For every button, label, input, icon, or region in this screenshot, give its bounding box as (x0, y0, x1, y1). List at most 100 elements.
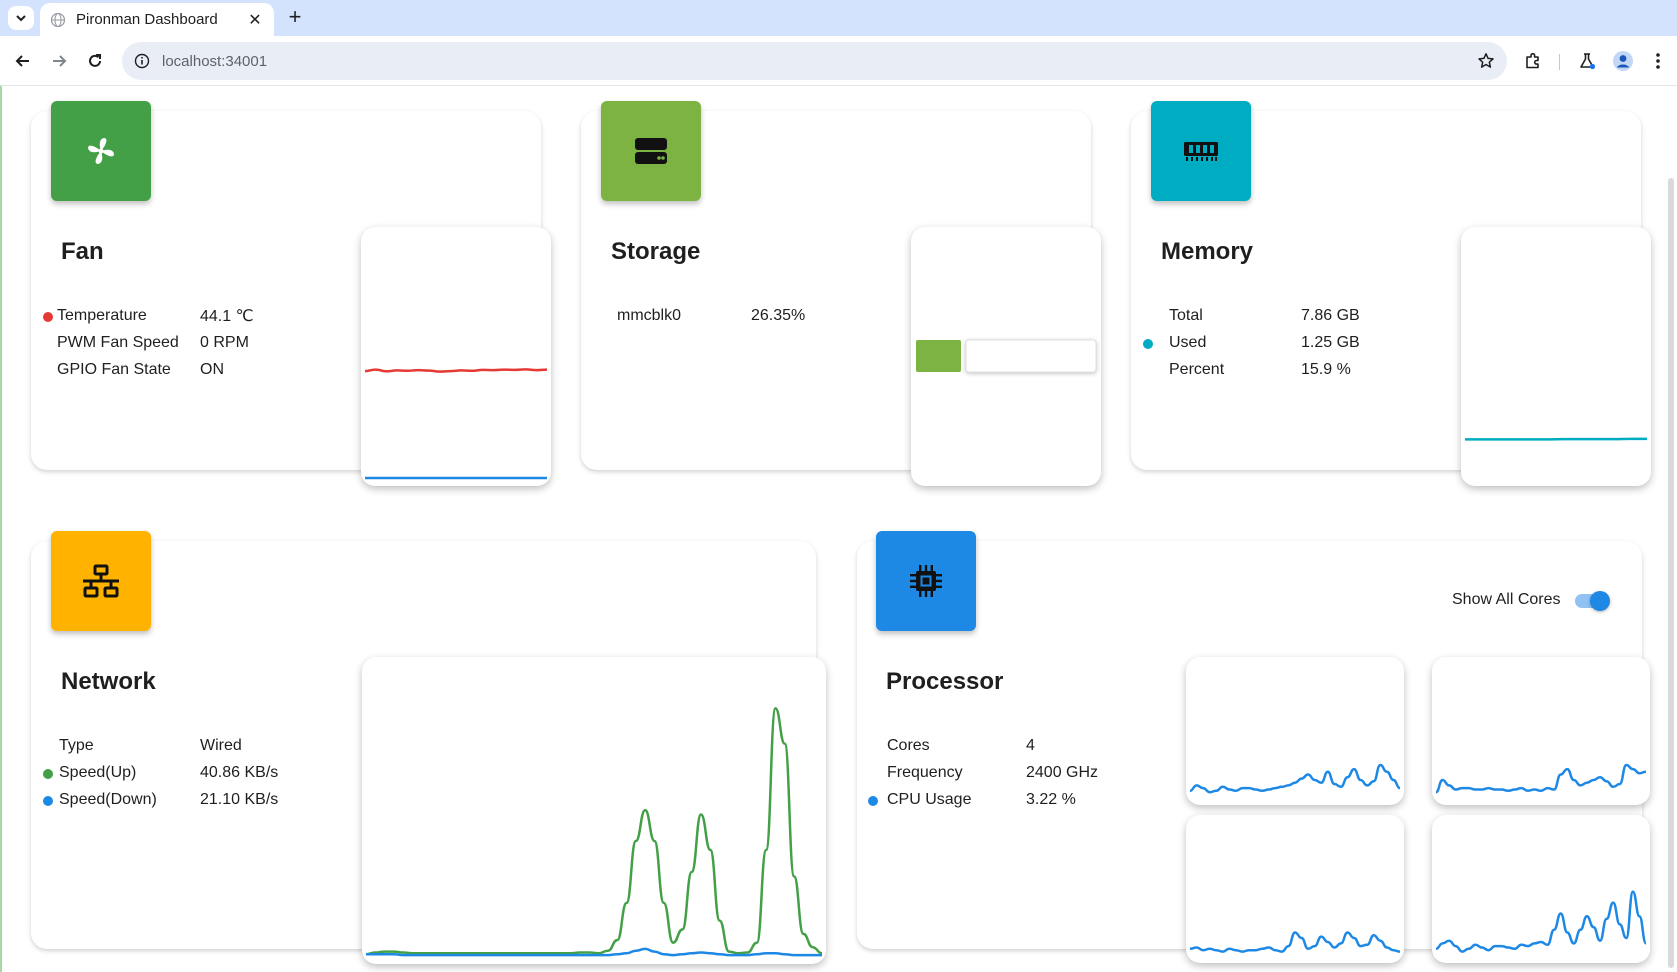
gpio-fan-state-label: GPIO Fan State (57, 361, 171, 378)
core-2-history-series-0 (1189, 931, 1401, 953)
memory-history-svg (1464, 437, 1647, 441)
network-history-svg (365, 707, 823, 957)
network-icon (83, 564, 119, 598)
speed-up-value: 40.86 KB/s (200, 764, 279, 781)
reload-button[interactable] (80, 46, 110, 76)
storage-usage-bar (916, 339, 1097, 373)
tab-search-button[interactable] (8, 6, 34, 30)
speed-down-value: 21.10 KB/s (200, 791, 279, 808)
memory-used-legend-dot (1143, 339, 1153, 349)
flask-icon (1580, 53, 1596, 70)
core-3-chart (1432, 815, 1650, 963)
storage-usage-chart (911, 227, 1101, 486)
tab-title: Pironman Dashboard (76, 11, 218, 28)
chevron-down-icon (16, 15, 26, 22)
frequency-value: 2400 GHz (1026, 764, 1099, 781)
temperature-value: 44.1 ℃ (200, 308, 254, 325)
page-left-edge (0, 86, 2, 972)
core-2-chart (1186, 815, 1404, 963)
speed-down-label: Speed(Down) (59, 791, 157, 808)
memory-card-icon (1151, 101, 1251, 201)
cpu-usage-label: CPU Usage (887, 791, 972, 808)
back-arrow-icon (15, 55, 29, 67)
pwm-fan-speed-label: PWM Fan Speed (57, 334, 179, 351)
network-history-series-0 (365, 707, 823, 956)
new-tab-button[interactable]: + (282, 4, 308, 30)
toggle-thumb (1590, 591, 1610, 611)
network-history-chart (362, 657, 826, 964)
memory-icon (1184, 142, 1218, 161)
back-button[interactable] (8, 46, 38, 76)
url-text: localhost:34001 (162, 52, 268, 70)
puzzle-icon (1526, 52, 1539, 69)
frequency-label: Frequency (887, 764, 963, 781)
forward-arrow-icon (53, 55, 67, 67)
cores-value: 4 (1026, 737, 1035, 754)
fan-icon (88, 138, 114, 164)
tab-close-button[interactable]: ✕ (246, 10, 264, 30)
forward-button[interactable] (44, 46, 74, 76)
network-title: Network (61, 668, 156, 695)
bookmark-star-icon[interactable] (1477, 52, 1495, 70)
memory-percent-label: Percent (1169, 361, 1225, 378)
speed-down-legend-dot (43, 796, 53, 806)
browser-tab[interactable]: Pironman Dashboard ✕ (40, 3, 274, 36)
avatar-icon (1613, 51, 1633, 71)
core-1-history-series-0 (1435, 763, 1647, 794)
fan-history-chart (361, 227, 551, 486)
network-type-label: Type (59, 737, 94, 754)
memory-history-chart (1461, 227, 1651, 486)
tab-strip: Pironman Dashboard ✕ + (0, 0, 1677, 36)
core-0-chart (1186, 657, 1404, 805)
toolbar-separator (1559, 54, 1560, 70)
memory-title: Memory (1161, 238, 1254, 265)
mmcblk0-value: 26.35% (751, 307, 806, 324)
info-icon (134, 53, 150, 69)
temperature-label: Temperature (57, 307, 147, 324)
page-scrollbar[interactable] (1668, 178, 1674, 968)
fan-history-series-0 (364, 368, 548, 373)
core-0-svg (1189, 763, 1401, 794)
storage-used-segment (916, 340, 961, 372)
speed-up-label: Speed(Up) (59, 764, 137, 781)
processor-title: Processor (886, 668, 1004, 695)
extensions-button[interactable] (1518, 46, 1548, 76)
storage-title: Storage (611, 238, 701, 265)
speed-up-legend-dot (43, 769, 53, 779)
globe-icon (50, 12, 66, 27)
memory-total-value: 7.86 GB (1301, 307, 1360, 324)
cores-label: Cores (887, 737, 930, 754)
memory-used-value: 1.25 GB (1301, 334, 1360, 351)
core-1-chart (1432, 657, 1650, 805)
mmcblk0-label: mmcblk0 (617, 307, 682, 324)
network-card-icon (51, 531, 151, 631)
core-1-svg (1435, 763, 1647, 794)
storage-card-icon (601, 101, 701, 201)
address-bar[interactable]: localhost:34001 (122, 42, 1507, 80)
kebab-menu-icon (1656, 53, 1660, 69)
memory-total-label: Total (1169, 307, 1203, 324)
storage-icon (635, 138, 667, 164)
network-type-value: Wired (200, 737, 242, 754)
memory-history-series-0 (1464, 437, 1647, 441)
memory-used-label: Used (1169, 334, 1207, 351)
gpio-fan-state-value: ON (200, 361, 224, 378)
reload-icon (89, 54, 101, 67)
core-3-history-series-0 (1435, 890, 1648, 953)
browser-menu-button[interactable] (1643, 46, 1673, 76)
show-all-cores-label: Show All Cores (1452, 591, 1561, 608)
cpu-icon (910, 565, 942, 597)
cpu-usage-value: 3.22 % (1026, 791, 1076, 808)
processor-card-icon (876, 531, 976, 631)
temperature-legend-dot (43, 312, 53, 322)
browser-toolbar: localhost:34001 (0, 36, 1677, 86)
memory-percent-value: 15.9 % (1301, 361, 1351, 378)
fan-history-svg (364, 368, 548, 480)
show-all-cores-toggle[interactable] (1572, 589, 1612, 613)
fan-card-icon (51, 101, 151, 201)
pwm-fan-speed-value: 0 RPM (200, 334, 249, 351)
core-3-svg (1435, 890, 1648, 953)
core-0-history-series-0 (1189, 763, 1401, 794)
profile-button[interactable] (1608, 46, 1638, 76)
labs-button[interactable] (1572, 46, 1602, 76)
